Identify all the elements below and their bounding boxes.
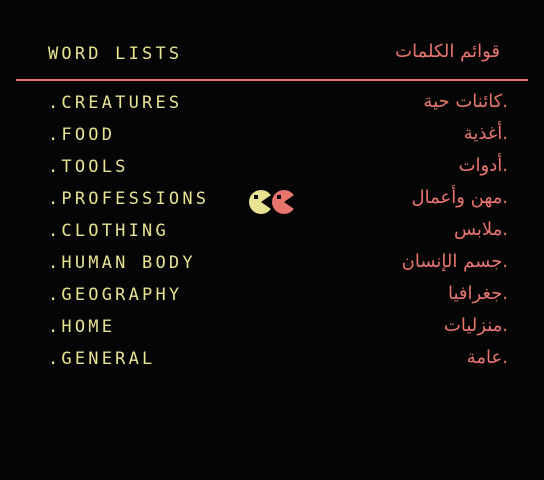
menu-item-label-arabic: .أغذية — [463, 123, 508, 144]
word-lists-screen: WORD LISTS قوائم الكلمات .CREATURES .كائ… — [0, 0, 544, 480]
menu-item-label-english: .CLOTHING — [48, 221, 169, 241]
menu-item-food[interactable]: .FOOD .أغذية — [0, 122, 544, 148]
menu-item-label-arabic: .جسم الإنسان — [401, 251, 508, 272]
menu-item-label-english: .GEOGRAPHY — [48, 285, 183, 305]
menu-item-clothing[interactable]: .CLOTHING .ملابس — [0, 218, 544, 244]
menu-item-label-english: .HOME — [48, 317, 116, 337]
menu-item-human-body[interactable]: .HUMAN BODY .جسم الإنسان — [0, 250, 544, 276]
page-title-english: WORD LISTS — [48, 44, 183, 64]
menu-item-professions[interactable]: .PROFESSIONS .مهن وأعمال — [0, 186, 544, 214]
pacman-left-icon — [249, 190, 274, 214]
menu-item-label-english: .GENERAL — [48, 349, 156, 369]
menu-item-general[interactable]: .GENERAL .عامة — [0, 346, 544, 372]
pacman-pair-icon — [249, 190, 297, 214]
menu-item-label-arabic: .مهن وأعمال — [411, 187, 508, 208]
menu-item-label-arabic: .كائنات حية — [423, 91, 508, 112]
menu-item-label-arabic: .جغرافيا — [448, 283, 508, 304]
page-title-arabic: قوائم الكلمات — [395, 41, 500, 62]
header-divider — [16, 79, 528, 81]
menu-item-label-arabic: .ملابس — [453, 219, 508, 240]
menu-item-label-arabic: .منزليات — [443, 315, 508, 336]
menu-item-label-arabic: .أدوات — [458, 155, 508, 176]
menu-item-geography[interactable]: .GEOGRAPHY .جغرافيا — [0, 282, 544, 308]
menu-item-creatures[interactable]: .CREATURES .كائنات حية — [0, 90, 544, 116]
menu-item-label-english: .TOOLS — [48, 157, 129, 177]
menu-item-label-english: .FOOD — [48, 125, 116, 145]
menu-item-tools[interactable]: .TOOLS .أدوات — [0, 154, 544, 180]
menu-item-label-english: .CREATURES — [48, 93, 183, 113]
menu-item-label-arabic: .عامة — [466, 347, 508, 368]
menu-item-home[interactable]: .HOME .منزليات — [0, 314, 544, 340]
pacman-right-icon — [272, 190, 297, 214]
menu-item-label-english: .HUMAN BODY — [48, 253, 196, 273]
menu-item-label-english: .PROFESSIONS — [48, 189, 210, 209]
